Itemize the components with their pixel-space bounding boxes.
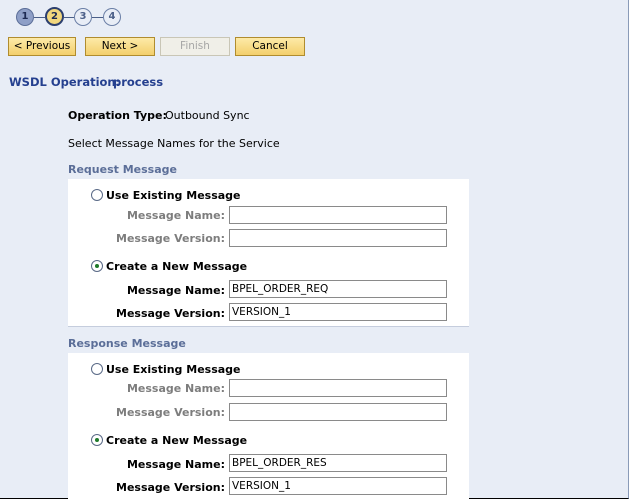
radio-unselected-icon[interactable] bbox=[91, 363, 103, 375]
request-create-new-label: Create a New Message bbox=[106, 259, 248, 273]
request-new-name-field[interactable] bbox=[229, 280, 447, 298]
response-new-version-field[interactable] bbox=[229, 477, 447, 495]
radio-unselected-icon[interactable] bbox=[91, 189, 103, 201]
finish-button: Finish bbox=[160, 37, 230, 56]
request-new-name-label: Message Name: bbox=[126, 284, 225, 297]
step-connector bbox=[34, 17, 45, 18]
request-existing-version-field[interactable] bbox=[229, 229, 447, 247]
request-message-title: Request Message bbox=[68, 163, 177, 176]
operation-type-label: Operation Type: bbox=[68, 109, 167, 122]
response-new-name-label: Message Name: bbox=[126, 458, 225, 471]
operation-type-value: Outbound Sync bbox=[165, 109, 250, 122]
response-create-new-label: Create a New Message bbox=[106, 433, 248, 447]
request-existing-version-label: Message Version: bbox=[116, 232, 225, 245]
response-message-title: Response Message bbox=[68, 337, 186, 350]
response-use-existing-option[interactable]: Use Existing Message bbox=[91, 362, 241, 376]
cancel-button[interactable]: Cancel bbox=[235, 37, 305, 56]
request-existing-name-field[interactable] bbox=[229, 206, 447, 224]
request-new-version-label: Message Version: bbox=[116, 307, 225, 320]
response-existing-name-field[interactable] bbox=[229, 379, 447, 397]
next-button[interactable]: Next > bbox=[85, 37, 155, 56]
response-use-existing-label: Use Existing Message bbox=[106, 362, 241, 376]
wsdl-operation-label: WSDL Operation: bbox=[9, 75, 121, 89]
step-2[interactable]: 2 bbox=[45, 7, 64, 26]
step-connector bbox=[64, 17, 74, 18]
response-new-name-field[interactable] bbox=[229, 454, 447, 472]
request-new-version-field[interactable] bbox=[229, 303, 447, 321]
request-use-existing-option[interactable]: Use Existing Message bbox=[91, 188, 241, 202]
wsdl-operation-value: process bbox=[113, 75, 164, 89]
previous-button[interactable]: < Previous bbox=[8, 37, 76, 56]
request-existing-name-label: Message Name: bbox=[126, 209, 225, 222]
response-existing-name-label: Message Name: bbox=[126, 382, 225, 395]
step-connector bbox=[92, 17, 103, 18]
select-message-instructions: Select Message Names for the Service bbox=[68, 137, 280, 150]
radio-selected-icon[interactable] bbox=[91, 260, 103, 272]
step-1[interactable]: 1 bbox=[16, 8, 34, 26]
response-create-new-option[interactable]: Create a New Message bbox=[91, 433, 247, 447]
step-3[interactable]: 3 bbox=[74, 8, 92, 26]
request-use-existing-label: Use Existing Message bbox=[106, 188, 241, 202]
response-existing-version-field[interactable] bbox=[229, 403, 447, 421]
radio-selected-icon[interactable] bbox=[91, 434, 103, 446]
response-new-version-label: Message Version: bbox=[116, 481, 225, 494]
response-existing-version-label: Message Version: bbox=[116, 406, 225, 419]
request-create-new-option[interactable]: Create a New Message bbox=[91, 259, 247, 273]
step-4[interactable]: 4 bbox=[103, 8, 121, 26]
